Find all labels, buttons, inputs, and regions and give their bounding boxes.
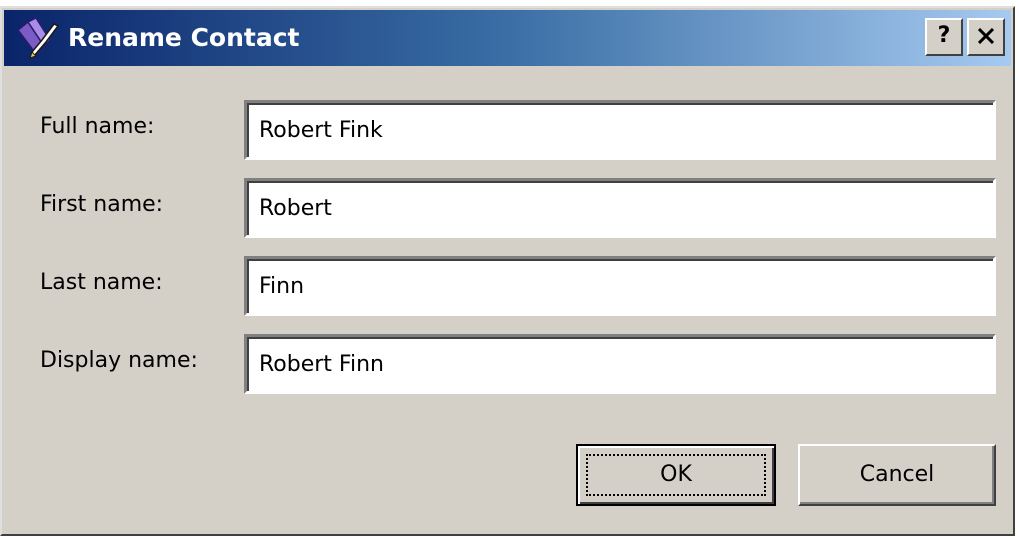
help-button[interactable]: ? <box>925 18 963 56</box>
rename-contact-dialog: Rename Contact ? Full name: First name: … <box>0 6 1015 536</box>
display-name-row: Display name: <box>2 334 1013 394</box>
last-name-label: Last name: <box>40 270 163 295</box>
full-name-row: Full name: <box>2 100 1013 160</box>
display-name-field[interactable] <box>244 334 996 394</box>
close-button[interactable] <box>967 18 1005 56</box>
last-name-field[interactable] <box>244 256 996 316</box>
window-title: Rename Contact <box>68 23 300 52</box>
first-name-row: First name: <box>2 178 1013 238</box>
ok-button[interactable]: OK <box>576 444 776 506</box>
full-name-label: Full name: <box>40 114 155 139</box>
cancel-button[interactable]: Cancel <box>798 444 996 506</box>
full-name-field[interactable] <box>244 100 996 160</box>
cancel-button-label: Cancel <box>859 462 935 487</box>
first-name-field[interactable] <box>244 178 996 238</box>
display-name-label: Display name: <box>40 348 198 373</box>
first-name-label: First name: <box>40 192 164 217</box>
close-icon <box>978 28 994 44</box>
rename-contact-icon <box>16 17 60 59</box>
last-name-row: Last name: <box>2 256 1013 316</box>
title-bar[interactable]: Rename Contact ? <box>4 10 1011 66</box>
ok-button-label: OK <box>586 454 766 496</box>
